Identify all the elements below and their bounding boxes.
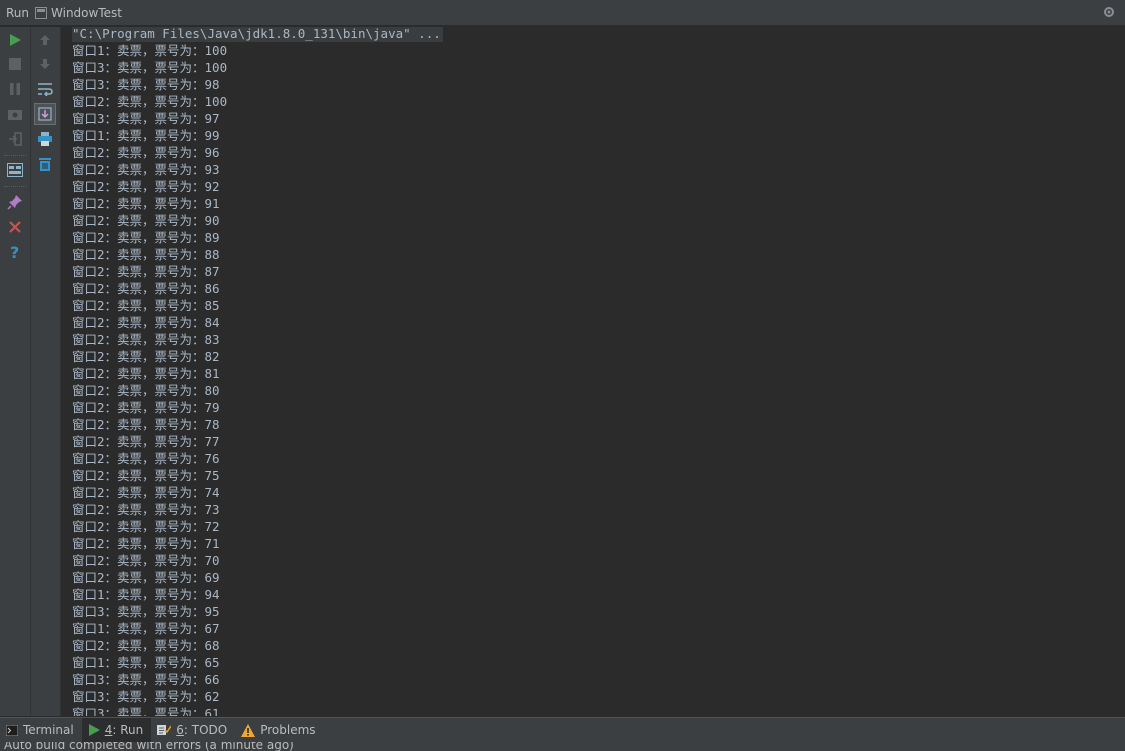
console-line: 窗口3：卖票，票号为：66	[72, 672, 220, 687]
run-icon	[88, 724, 100, 736]
run-title: Run	[6, 5, 30, 20]
tab-run-mnemonic: 4	[104, 723, 113, 737]
console-line: 窗口2：卖票，票号为：79	[72, 400, 220, 415]
console-line: 窗口3：卖票，票号为：97	[72, 111, 220, 126]
dump-threads-button[interactable]	[4, 103, 26, 125]
status-bar: Auto build completed with errors (a minu…	[0, 742, 1125, 751]
tab-terminal-label: Terminal	[23, 723, 74, 737]
console-line: 窗口1：卖票，票号为：99	[72, 128, 220, 143]
tab-todo-label: : TODO	[183, 723, 228, 737]
clear-all-button[interactable]	[34, 153, 56, 175]
scroll-to-end-button[interactable]	[34, 103, 56, 125]
svg-text:?: ?	[10, 244, 19, 260]
up-arrow-icon	[40, 35, 50, 45]
help-icon: ?	[10, 244, 19, 260]
settings-gear-icon[interactable]	[1101, 4, 1117, 20]
pin-tab-button[interactable]	[4, 191, 26, 213]
console-line: 窗口2：卖票，票号为：72	[72, 519, 220, 534]
tool-window-bar: Terminal 4: Run 6: TODO Problems	[0, 717, 1125, 742]
console-line: 窗口2：卖票，票号为：85	[72, 298, 220, 313]
close-button[interactable]	[4, 216, 26, 238]
console-line: 窗口3：卖票，票号为：98	[72, 77, 220, 92]
toolbar-separator	[4, 186, 26, 187]
console-line: 窗口2：卖票，票号为：71	[72, 536, 220, 551]
camera-icon	[8, 110, 22, 120]
console-line: 窗口2：卖票，票号为：81	[72, 366, 220, 381]
stop-icon	[9, 58, 21, 70]
console-line: 窗口2：卖票，票号为：90	[72, 213, 220, 228]
console-line: 窗口3：卖票，票号为：61	[72, 706, 220, 716]
layout-icon	[7, 163, 23, 177]
console-line: 窗口1：卖票，票号为：100	[72, 43, 228, 58]
console-line: 窗口1：卖票，票号为：67	[72, 621, 220, 636]
stop-button[interactable]	[4, 53, 26, 75]
warning-icon	[241, 723, 256, 737]
console-line: 窗口1：卖票，票号为：94	[72, 587, 220, 602]
console-line: 窗口2：卖票，票号为：82	[72, 349, 220, 364]
console-line: 窗口2：卖票，票号为：86	[72, 281, 220, 296]
tab-problems-label: Problems	[260, 723, 316, 737]
console-line: 窗口2：卖票，票号为：100	[72, 94, 228, 109]
run-actions-toolbar: ?	[0, 27, 31, 716]
console-line: 窗口2：卖票，票号为：89	[72, 230, 220, 245]
tab-run[interactable]: 4: Run	[81, 718, 152, 742]
tab-todo-mnemonic: 6	[176, 723, 184, 737]
console-line: 窗口2：卖票，票号为：83	[72, 332, 220, 347]
close-icon	[9, 221, 21, 233]
soft-wrap-icon	[38, 83, 53, 96]
run-icon	[10, 34, 21, 46]
todo-icon	[157, 724, 172, 736]
console-line: 窗口2：卖票，票号为：87	[72, 264, 220, 279]
tab-run-label: : Run	[112, 723, 144, 737]
terminal-icon	[6, 724, 18, 736]
console-line: 窗口2：卖票，票号为：92	[72, 179, 220, 194]
trash-icon	[39, 158, 51, 171]
console-output[interactable]: "C:\Program Files\Java\jdk1.8.0_131\bin\…	[61, 27, 1125, 716]
run-config-icon	[35, 6, 48, 19]
console-line: 窗口1：卖票，票号为：65	[72, 655, 220, 670]
run-config-tab[interactable]: WindowTest	[51, 6, 122, 20]
exit-icon	[9, 132, 22, 146]
print-button[interactable]	[34, 128, 56, 150]
tab-todo[interactable]: 6: TODO	[151, 718, 235, 742]
toolbar-separator	[4, 155, 26, 156]
console-line: 窗口2：卖票，票号为：68	[72, 638, 220, 653]
console-line: 窗口2：卖票，票号为：77	[72, 434, 220, 449]
next-occurrence-button[interactable]	[34, 53, 56, 75]
previous-occurrence-button[interactable]	[34, 29, 56, 51]
console-line: 窗口2：卖票，票号为：73	[72, 502, 220, 517]
console-line: 窗口2：卖票，票号为：80	[72, 383, 220, 398]
tab-terminal[interactable]: Terminal	[0, 718, 82, 742]
exit-button[interactable]	[4, 128, 26, 150]
down-arrow-icon	[40, 59, 50, 69]
soft-wrap-button[interactable]	[34, 78, 56, 100]
tab-problems[interactable]: Problems	[235, 718, 323, 742]
console-line: 窗口2：卖票，票号为：96	[72, 145, 220, 160]
console-line: 窗口2：卖票，票号为：70	[72, 553, 220, 568]
console-line: 窗口2：卖票，票号为：74	[72, 485, 220, 500]
console-line: 窗口3：卖票，票号为：100	[72, 60, 228, 75]
pause-icon	[10, 83, 20, 95]
help-button[interactable]: ?	[4, 241, 26, 263]
pause-button[interactable]	[4, 78, 26, 100]
command-line: "C:\Program Files\Java\jdk1.8.0_131\bin\…	[72, 27, 443, 42]
restore-layout-button[interactable]	[4, 159, 26, 181]
print-icon	[38, 132, 52, 146]
console-line: 窗口2：卖票，票号为：76	[72, 451, 220, 466]
scroll-to-end-icon	[38, 107, 52, 121]
rerun-button[interactable]	[4, 29, 26, 51]
console-actions-toolbar	[31, 27, 61, 716]
console-line: 窗口2：卖票，票号为：84	[72, 315, 220, 330]
console-line: 窗口3：卖票，票号为：95	[72, 604, 220, 619]
console-line: 窗口2：卖票，票号为：91	[72, 196, 220, 211]
console-line: 窗口2：卖票，票号为：93	[72, 162, 220, 177]
console-line: 窗口2：卖票，票号为：88	[72, 247, 220, 262]
run-tool-window-header: Run WindowTest	[0, 0, 1125, 26]
console-line: 窗口2：卖票，票号为：69	[72, 570, 220, 585]
console-line: 窗口3：卖票，票号为：62	[72, 689, 220, 704]
console-line: 窗口2：卖票，票号为：75	[72, 468, 220, 483]
pin-icon	[7, 195, 22, 210]
console-line: 窗口2：卖票，票号为：78	[72, 417, 220, 432]
status-message: Auto build completed with errors (a minu…	[4, 742, 294, 751]
